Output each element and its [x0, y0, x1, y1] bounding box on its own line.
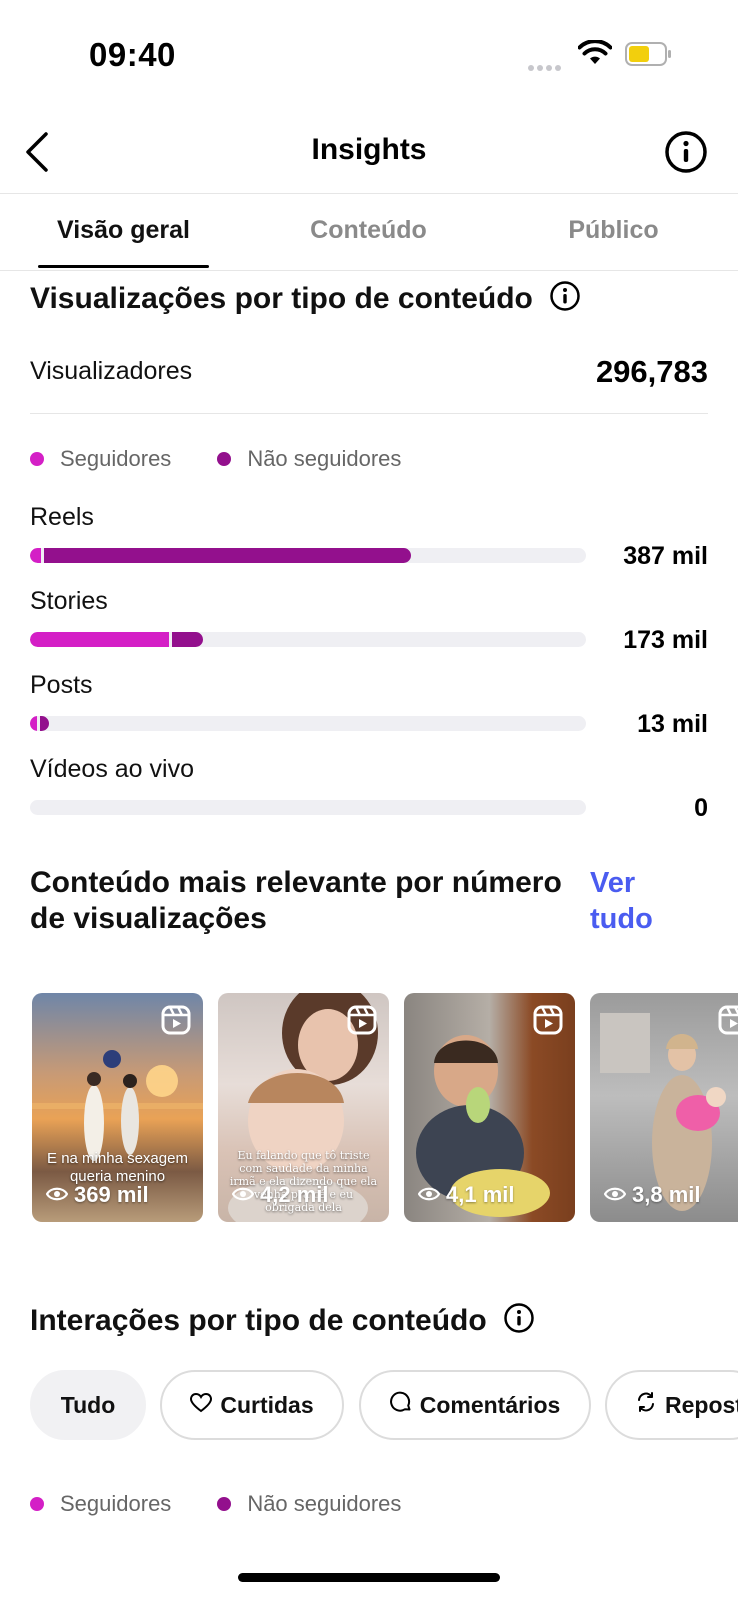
bar-segment-nonfollowers [40, 716, 49, 731]
interactions-info-icon[interactable] [503, 1302, 535, 1339]
reel-icon [533, 1005, 563, 1040]
bar-label-posts: Posts [30, 671, 93, 699]
tabs-divider [0, 270, 738, 271]
views-legend: Seguidores Não seguidores [30, 446, 401, 472]
followers-legend-label: Seguidores [60, 446, 172, 471]
header-divider [0, 193, 738, 194]
content-thumbnail-3[interactable]: 4,1 mil [404, 993, 575, 1222]
page-title: Insights [311, 133, 427, 166]
views-count: 4,1 mil [417, 1182, 515, 1208]
views-count: 4,2 mil [231, 1182, 329, 1208]
active-tab-indicator [38, 265, 209, 268]
views-count: 369 mil [45, 1182, 149, 1208]
reel-icon [718, 1005, 738, 1040]
repost-icon [635, 1391, 657, 1419]
nonfollowers-legend-dot [217, 452, 232, 466]
tab-overview[interactable]: Visão geral [38, 216, 209, 245]
content-thumbnail-1[interactable]: E na minha sexagem queria menino 369 mil [32, 993, 203, 1222]
bar-value-posts: 13 mil [637, 710, 708, 738]
bar-label-reels: Reels [30, 503, 94, 531]
viewers-label: Visualizadores [30, 357, 193, 385]
eye-icon [45, 1182, 69, 1208]
thumbnail-caption: E na minha sexagem queria menino [47, 1150, 188, 1185]
comment-icon [389, 1391, 412, 1419]
chip-likes-label: Curtidas [220, 1391, 314, 1418]
eye-icon [417, 1182, 441, 1208]
bar-label-stories: Stories [30, 587, 108, 615]
viewers-divider [30, 413, 708, 414]
interactions-legend: Seguidores Não seguidores [30, 1491, 401, 1517]
bar-value-live: 0 [694, 794, 708, 822]
interactions-section-header: Interações por tipo de conteúdo [30, 1302, 535, 1339]
views-count-text: 369 mil [74, 1182, 149, 1207]
bar-segment-nonfollowers [44, 548, 411, 563]
top-content-title: Conteúdo mais relevante por número de vi… [30, 866, 562, 935]
nonfollowers-legend-label: Não seguidores [247, 1491, 402, 1516]
heart-icon [190, 1392, 213, 1419]
status-time: 09:40 [89, 36, 176, 73]
views-info-icon[interactable] [549, 280, 581, 317]
bar-segment-nonfollowers [172, 632, 203, 647]
views-count: 3,8 mil [603, 1182, 701, 1208]
chip-reposts[interactable]: Reposts [605, 1370, 738, 1440]
nonfollowers-legend-dot [217, 1497, 232, 1511]
tab-audience[interactable]: Público [528, 216, 699, 245]
bar-track-reels [30, 548, 586, 563]
eye-icon [231, 1182, 255, 1208]
battery-icon [625, 42, 673, 66]
content-thumbnail-4[interactable]: 3,8 mil [590, 993, 738, 1222]
bar-label-live: Vídeos ao vivo [30, 755, 194, 783]
views-count-text: 3,8 mil [632, 1182, 701, 1207]
chip-reposts-label: Reposts [665, 1391, 738, 1418]
chip-all-label: Tudo [60, 1391, 116, 1418]
cellular-signal-icon [528, 58, 568, 71]
tab-content[interactable]: Conteúdo [283, 216, 454, 245]
bar-track-stories [30, 632, 586, 647]
followers-legend-dot [30, 452, 44, 466]
wifi-icon [577, 39, 613, 71]
eye-icon [603, 1182, 627, 1208]
see-all-link[interactable]: Ver tudo [590, 865, 690, 937]
content-thumbnail-2[interactable]: Eu falando que tô triste com saudade da … [218, 993, 389, 1222]
bar-segment-followers [30, 716, 37, 731]
bar-value-stories: 173 mil [623, 626, 708, 654]
views-section-header: Visualizações por tipo de conteúdo [30, 280, 581, 317]
viewers-value: 296,783 [595, 354, 708, 389]
info-button[interactable] [664, 130, 708, 179]
bar-track-live [30, 800, 586, 815]
bar-value-reels: 387 mil [623, 542, 708, 570]
chip-likes[interactable]: Curtidas [160, 1370, 344, 1440]
bar-track-posts [30, 716, 586, 731]
chip-comments[interactable]: Comentários [359, 1370, 591, 1440]
interactions-section-title: Interações por tipo de conteúdo [30, 1303, 487, 1337]
reel-icon [347, 1005, 377, 1040]
reel-icon [161, 1005, 191, 1040]
views-count-text: 4,2 mil [260, 1182, 329, 1207]
bar-segment-followers [30, 548, 41, 563]
chip-all[interactable]: Tudo [30, 1370, 146, 1440]
views-section-title: Visualizações por tipo de conteúdo [30, 281, 533, 315]
followers-legend-dot [30, 1497, 44, 1511]
chip-comments-label: Comentários [419, 1391, 561, 1418]
home-indicator [238, 1573, 500, 1582]
views-count-text: 4,1 mil [446, 1182, 515, 1207]
bar-segment-followers [30, 632, 169, 647]
followers-legend-label: Seguidores [60, 1491, 172, 1516]
nonfollowers-legend-label: Não seguidores [247, 446, 402, 471]
